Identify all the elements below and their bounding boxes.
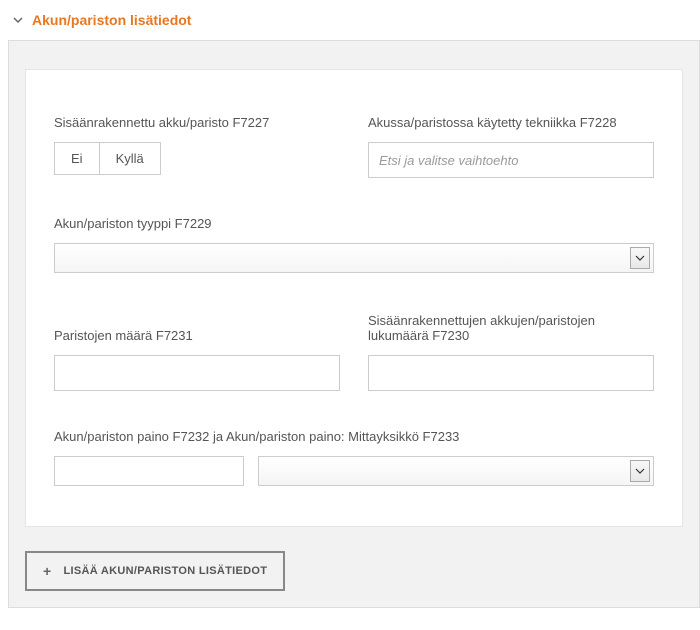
outer-panel: Sisäänrakennettu akku/paristo F7227 Ei K… bbox=[8, 40, 700, 608]
add-battery-info-button[interactable]: + LISÄÄ AKUN/PARISTON LISÄTIEDOT bbox=[25, 551, 285, 591]
field-tech: Akussa/paristossa käytetty tekniikka F72… bbox=[368, 98, 654, 178]
chevron-down-icon bbox=[630, 247, 650, 269]
chevron-down-icon bbox=[8, 10, 28, 30]
form-panel: Sisäänrakennettu akku/paristo F7227 Ei K… bbox=[25, 69, 683, 527]
chevron-down-icon bbox=[630, 460, 650, 482]
field-built-in: Sisäänrakennettu akku/paristo F7227 Ei K… bbox=[54, 98, 340, 178]
label-built-in-count: Sisäänrakennettujen akkujen/paristojen l… bbox=[368, 311, 654, 343]
tech-input[interactable] bbox=[368, 142, 654, 178]
label-tech: Akussa/paristossa käytetty tekniikka F72… bbox=[368, 98, 654, 130]
plus-icon: + bbox=[43, 563, 51, 579]
field-count: Paristojen määrä F7231 bbox=[54, 311, 340, 391]
label-type: Akun/pariston tyyppi F7229 bbox=[54, 216, 654, 231]
add-button-label: LISÄÄ AKUN/PARISTON LISÄTIEDOT bbox=[63, 565, 267, 577]
label-built-in: Sisäänrakennettu akku/paristo F7227 bbox=[54, 98, 340, 130]
section-header[interactable]: Akun/pariston lisätiedot bbox=[0, 0, 700, 40]
toggle-yes-button[interactable]: Kyllä bbox=[99, 143, 160, 174]
section-title: Akun/pariston lisätiedot bbox=[32, 12, 191, 28]
label-count: Paristojen määrä F7231 bbox=[54, 311, 340, 343]
count-input[interactable] bbox=[54, 355, 340, 391]
weight-unit-select[interactable] bbox=[258, 456, 654, 486]
toggle-no-button[interactable]: Ei bbox=[55, 143, 99, 174]
built-in-count-input[interactable] bbox=[368, 355, 654, 391]
toggle-built-in: Ei Kyllä bbox=[54, 142, 161, 175]
label-weight: Akun/pariston paino F7232 ja Akun/parist… bbox=[54, 429, 654, 444]
field-built-in-count: Sisäänrakennettujen akkujen/paristojen l… bbox=[368, 311, 654, 391]
type-select[interactable] bbox=[54, 243, 654, 273]
weight-input[interactable] bbox=[54, 456, 244, 486]
